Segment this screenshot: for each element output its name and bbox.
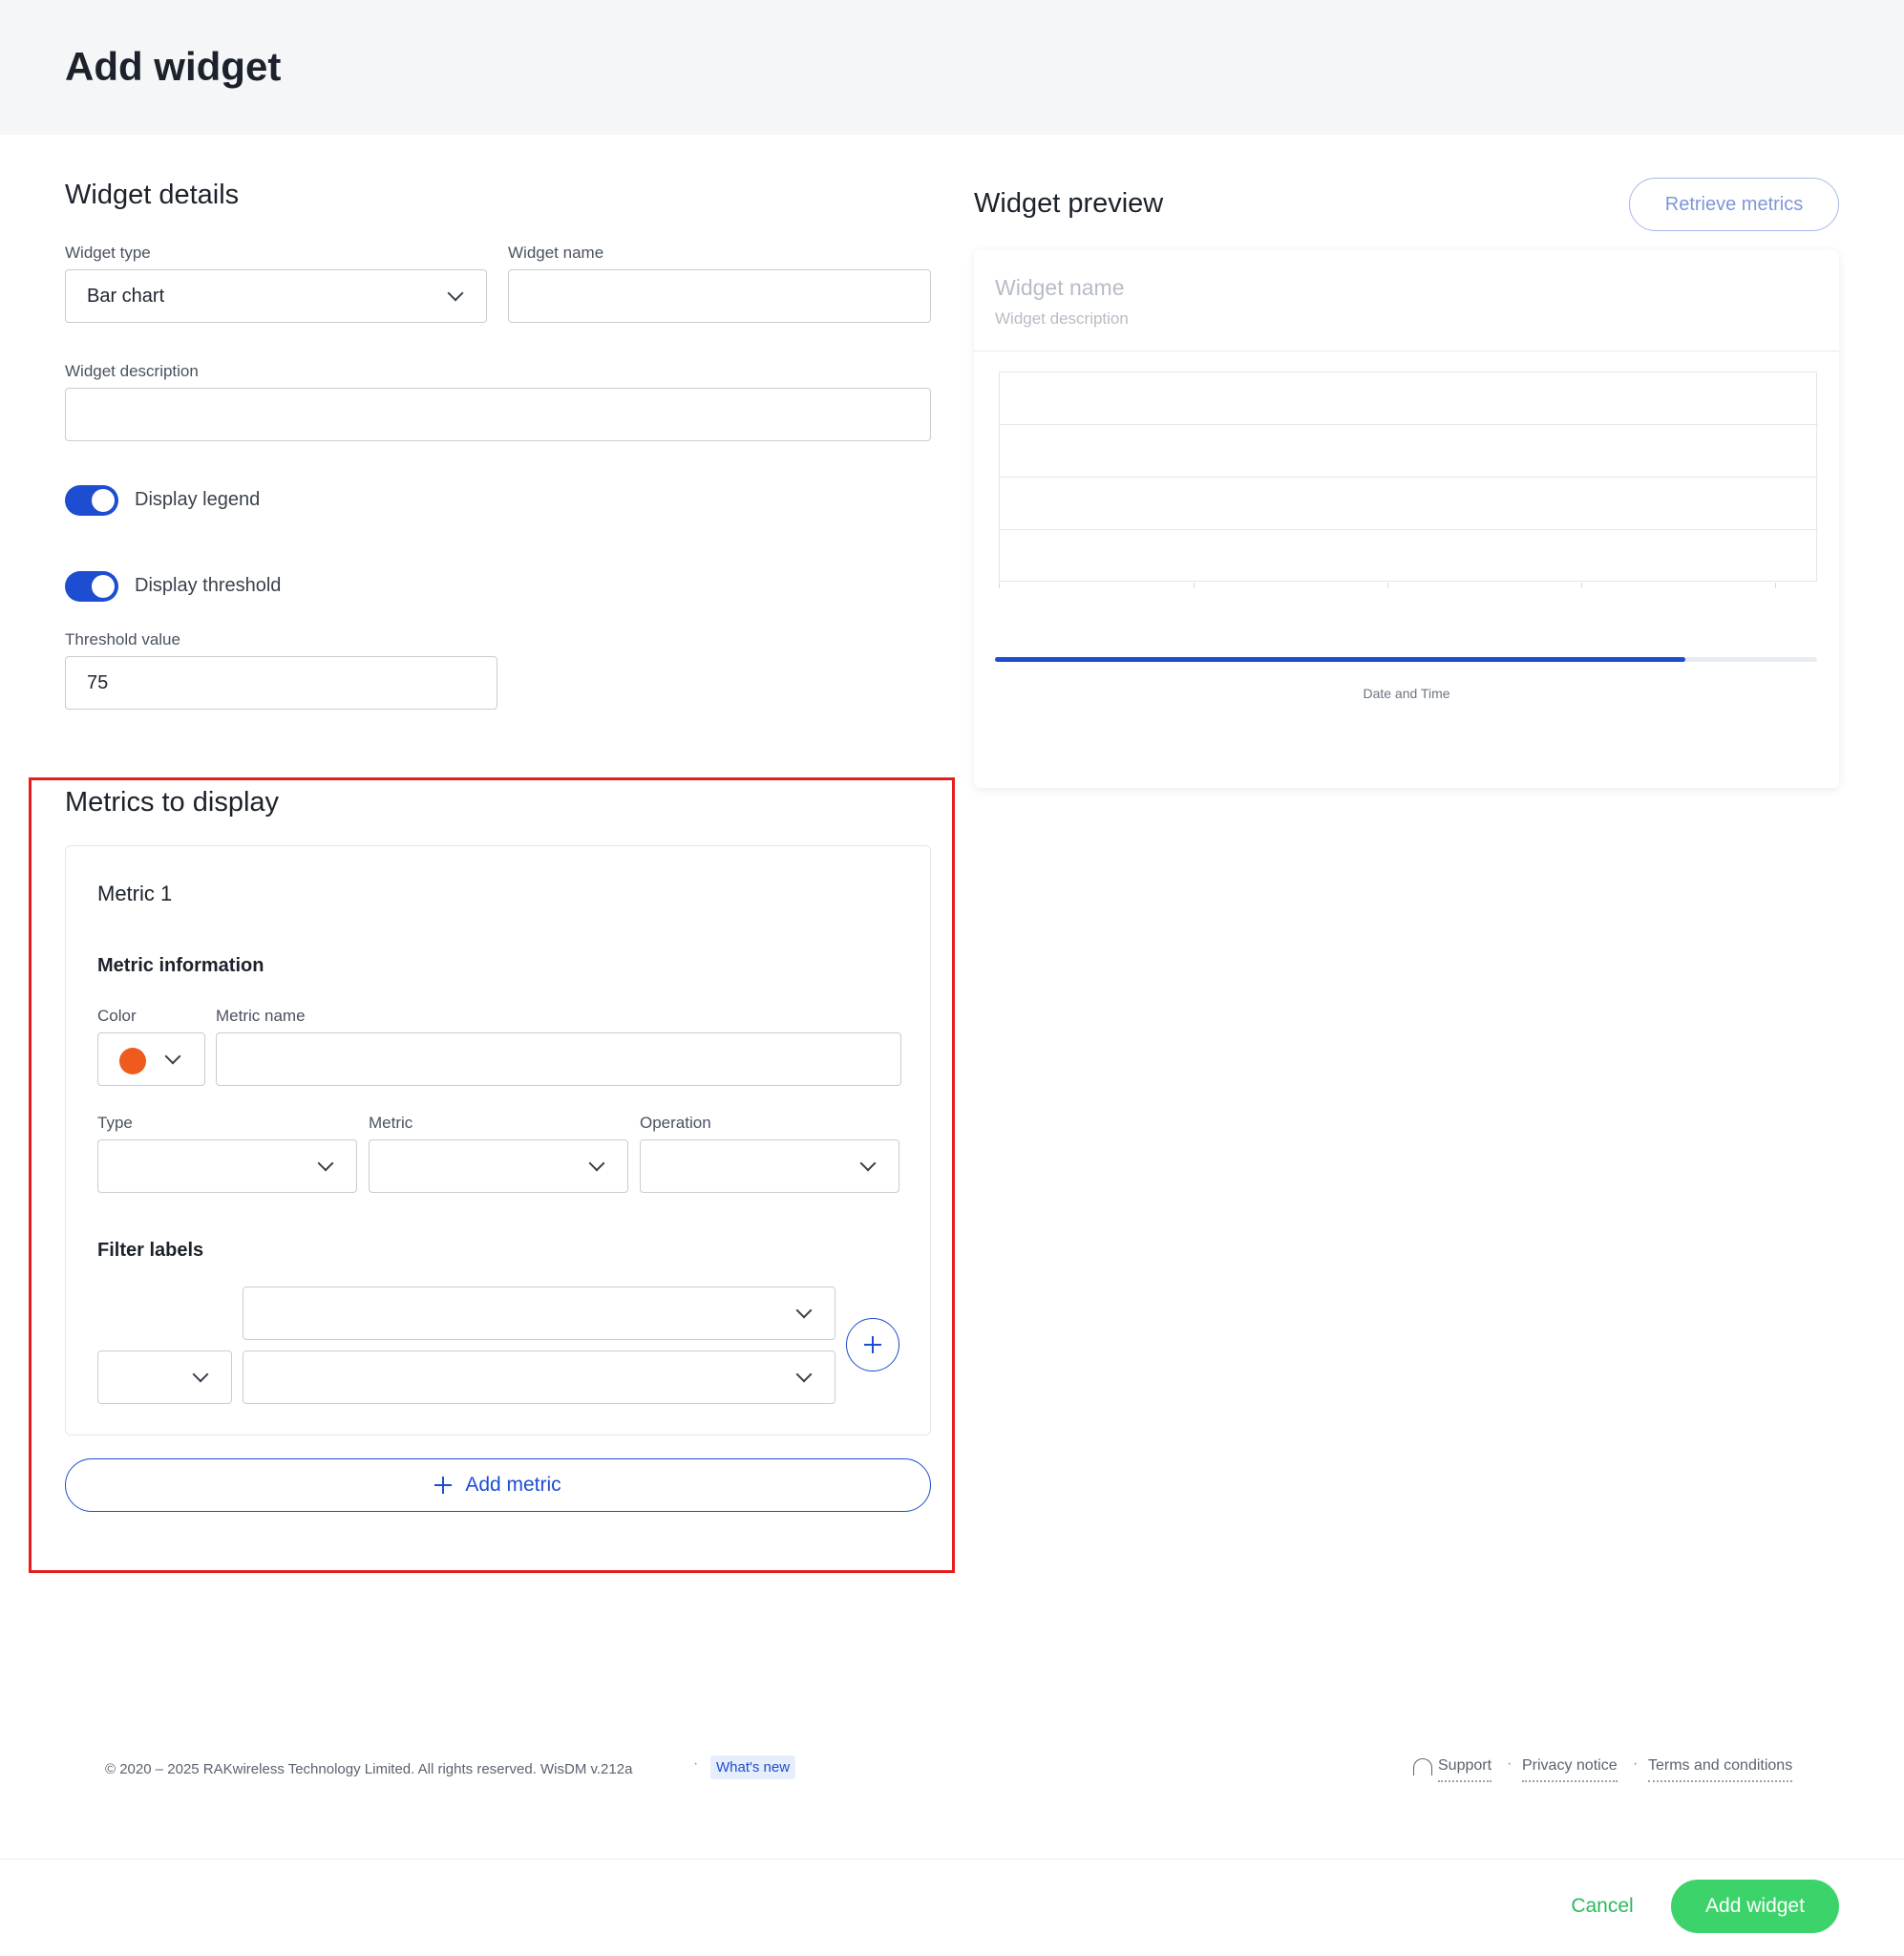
filter-labels-title: Filter labels bbox=[97, 1240, 204, 1261]
footer-separator: · bbox=[1633, 1755, 1639, 1772]
chevron-down-icon bbox=[192, 1366, 209, 1383]
display-threshold-toggle[interactable] bbox=[65, 571, 118, 602]
widget-preview-title: Widget preview bbox=[974, 188, 1164, 219]
widget-description-label: Widget description bbox=[65, 362, 199, 380]
add-metric-button[interactable]: Add metric bbox=[65, 1458, 931, 1512]
widget-name-input[interactable] bbox=[508, 269, 931, 323]
axis-tick bbox=[1194, 583, 1195, 588]
display-legend-toggle[interactable] bbox=[65, 485, 118, 516]
add-metric-label: Add metric bbox=[465, 1474, 561, 1496]
page-header: Add widget bbox=[0, 0, 1904, 135]
cancel-button[interactable]: Cancel bbox=[1547, 1880, 1658, 1933]
footer-separator: · bbox=[693, 1755, 699, 1772]
page-title: Add widget bbox=[65, 44, 282, 89]
threshold-value-input[interactable]: 75 bbox=[65, 656, 497, 710]
chevron-down-icon bbox=[859, 1155, 877, 1172]
axis-tick bbox=[999, 583, 1000, 588]
threshold-value: 75 bbox=[87, 672, 109, 693]
metric-select[interactable] bbox=[369, 1139, 628, 1193]
x-axis-label: Date and Time bbox=[1363, 686, 1450, 701]
operation-label: Operation bbox=[640, 1114, 711, 1132]
filter-label-value-select[interactable] bbox=[243, 1350, 836, 1404]
add-widget-button[interactable]: Add widget bbox=[1671, 1880, 1839, 1933]
headset-icon bbox=[1413, 1758, 1432, 1775]
metric-title: Metric 1 bbox=[97, 882, 173, 905]
toggle-knob bbox=[92, 575, 115, 598]
type-select[interactable] bbox=[97, 1139, 357, 1193]
privacy-notice-link[interactable]: Privacy notice bbox=[1522, 1757, 1618, 1782]
widget-details-title: Widget details bbox=[65, 180, 240, 210]
time-range-fill bbox=[995, 657, 1686, 662]
widget-preview-card: Widget name Widget description Date and … bbox=[974, 250, 1839, 788]
chevron-down-icon bbox=[795, 1366, 813, 1383]
support-link[interactable]: Support bbox=[1438, 1757, 1492, 1782]
color-swatch bbox=[119, 1048, 146, 1074]
plus-icon-vertical bbox=[872, 1336, 874, 1353]
add-filter-button[interactable] bbox=[846, 1318, 899, 1371]
metric-name-input[interactable] bbox=[216, 1032, 901, 1086]
chevron-down-icon bbox=[588, 1155, 605, 1172]
action-bar-divider bbox=[0, 1859, 1904, 1860]
grid-line bbox=[1000, 424, 1818, 425]
axis-tick bbox=[1387, 583, 1388, 588]
filter-label-key-select[interactable] bbox=[243, 1286, 836, 1340]
plus-icon bbox=[434, 1477, 453, 1494]
filter-operator-select[interactable] bbox=[97, 1350, 232, 1404]
grid-line bbox=[1000, 477, 1818, 478]
color-label: Color bbox=[97, 1007, 137, 1025]
axis-tick bbox=[1775, 583, 1776, 588]
preview-widget-description: Widget description bbox=[995, 309, 1129, 328]
footer-separator: · bbox=[1507, 1755, 1513, 1772]
chevron-down-icon bbox=[795, 1302, 813, 1319]
widget-type-select[interactable]: Bar chart bbox=[65, 269, 487, 323]
metric-label: Metric bbox=[369, 1114, 413, 1132]
chevron-down-icon bbox=[447, 285, 464, 302]
widget-description-input[interactable] bbox=[65, 388, 931, 441]
color-picker[interactable] bbox=[97, 1032, 205, 1086]
toggle-knob bbox=[92, 489, 115, 512]
display-threshold-label: Display threshold bbox=[135, 575, 282, 596]
threshold-value-label: Threshold value bbox=[65, 630, 180, 648]
widget-name-label: Widget name bbox=[508, 244, 604, 262]
copyright-text: © 2020 – 2025 RAKwireless Technology Lim… bbox=[105, 1761, 633, 1777]
chevron-down-icon bbox=[164, 1048, 181, 1065]
widget-type-label: Widget type bbox=[65, 244, 151, 262]
metrics-section-title: Metrics to display bbox=[65, 787, 280, 818]
retrieve-metrics-button[interactable]: Retrieve metrics bbox=[1629, 178, 1839, 231]
axis-tick bbox=[1581, 583, 1582, 588]
preview-widget-name: Widget name bbox=[995, 275, 1125, 300]
metric-card: Metric 1 Metric information Color Metric… bbox=[65, 845, 931, 1435]
chart-plot-area bbox=[999, 372, 1818, 582]
terms-link[interactable]: Terms and conditions bbox=[1648, 1757, 1793, 1782]
operation-select[interactable] bbox=[640, 1139, 899, 1193]
chevron-down-icon bbox=[317, 1155, 334, 1172]
metric-information-title: Metric information bbox=[97, 955, 264, 976]
type-label: Type bbox=[97, 1114, 133, 1132]
metric-name-label: Metric name bbox=[216, 1007, 306, 1025]
display-legend-label: Display legend bbox=[135, 489, 261, 510]
time-range-slider[interactable] bbox=[995, 657, 1817, 662]
grid-line bbox=[1000, 529, 1818, 530]
widget-type-value: Bar chart bbox=[87, 286, 165, 307]
whats-new-link[interactable]: What's new bbox=[710, 1755, 796, 1779]
